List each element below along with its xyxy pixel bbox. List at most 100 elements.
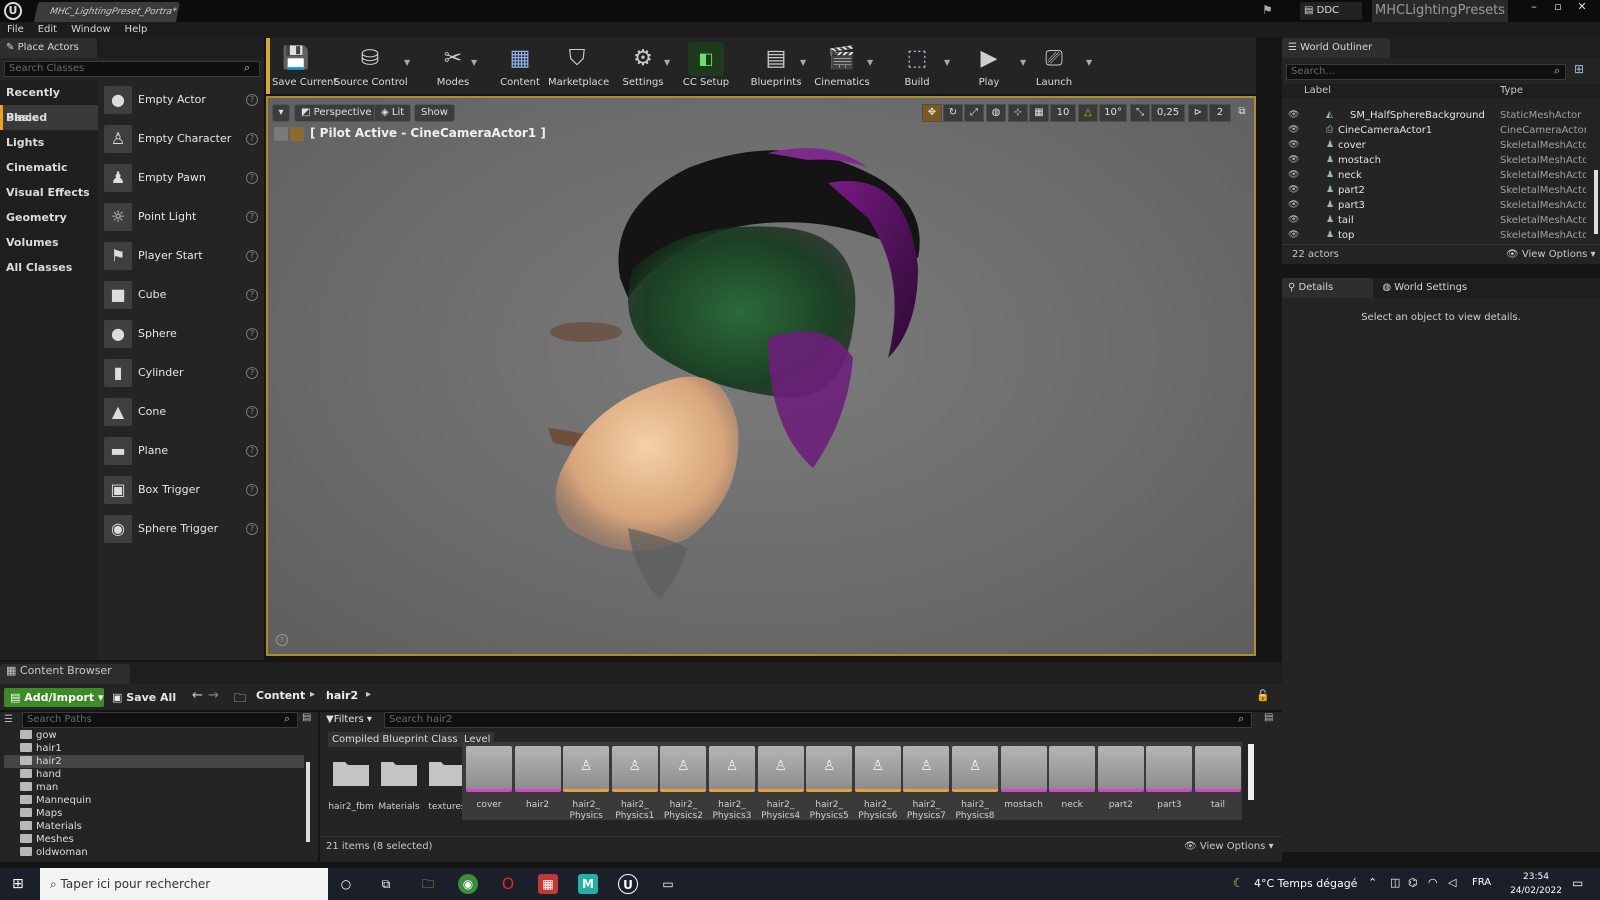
modes-button[interactable]: ✂ Modes (430, 38, 476, 94)
category-all-classes[interactable]: All Classes (0, 255, 98, 280)
breadcrumb-content[interactable]: Content (256, 689, 305, 702)
chevron-down-icon[interactable]: ▼ (471, 58, 477, 67)
category-basic[interactable]: Basic (0, 105, 98, 130)
actor-plane[interactable]: ▬ Plane? (104, 433, 258, 472)
world-settings-tab[interactable]: ◍ World Settings (1376, 278, 1508, 298)
chrome-icon[interactable]: ◉ (458, 874, 478, 894)
back-arrow-icon[interactable]: ← (192, 688, 203, 703)
asset-tile[interactable]: ♙ hair2_ Physics (563, 746, 610, 822)
language-indicator[interactable]: FRA (1472, 877, 1491, 888)
toolbar-grip[interactable] (266, 38, 270, 94)
outliner-row-part3[interactable]: 👁 ♟ part3 SkeletalMeshActo (1282, 198, 1600, 213)
content-browser-tab[interactable]: ▦ Content Browser (0, 664, 130, 684)
blueprints-button[interactable]: ▤ Blueprints (748, 38, 804, 94)
asset-tile[interactable]: ♙ hair2_ Physics1 (611, 746, 658, 822)
help-icon[interactable]: ? (246, 250, 258, 262)
place-actors-tab[interactable]: ✎ Place Actors (0, 38, 97, 58)
level-viewport[interactable]: ▾ ◩ Perspective ◈ Lit Show [ Pilot Activ… (266, 96, 1256, 656)
content-button[interactable]: ▦ Content (496, 38, 544, 94)
outliner-row-part2[interactable]: 👁 ♟ part2 SkeletalMeshActo (1282, 183, 1600, 198)
unreal-logo-icon[interactable]: U (4, 2, 22, 20)
app-grid-icon[interactable]: ▦ (538, 874, 558, 894)
asset-tile[interactable]: ♙ hair2_ Physics2 (660, 746, 707, 822)
asset-scrollbar[interactable] (1248, 744, 1254, 800)
help-icon[interactable]: ? (246, 172, 258, 184)
tree-folder-materials[interactable]: Materials (8, 820, 82, 833)
help-icon[interactable]: ? (246, 328, 258, 340)
clock[interactable]: 23:54 24/02/2022 (1508, 870, 1564, 898)
asset-tile[interactable]: tail (1195, 746, 1241, 822)
cinematics-button[interactable]: 🎬 Cinematics (814, 38, 870, 94)
outliner-row-cover[interactable]: 👁 ♟ cover SkeletalMeshActo (1282, 138, 1600, 153)
tree-folder-maps[interactable]: Maps (8, 807, 62, 820)
asset-tile[interactable]: part2 (1097, 746, 1144, 822)
build-button[interactable]: ⬚ Build (894, 38, 940, 94)
visibility-eye-icon[interactable]: 👁 (1288, 108, 1299, 123)
actor-cone[interactable]: ▲ Cone? (104, 394, 258, 433)
view-options-button[interactable]: 👁 View Options ▾ (1506, 245, 1596, 265)
settings-button[interactable]: ⚙ Settings (618, 38, 668, 94)
category-cinematic[interactable]: Cinematic (0, 155, 98, 180)
help-icon[interactable]: ? (246, 211, 258, 223)
world-outliner-tab[interactable]: ☰ World Outliner (1282, 38, 1391, 58)
type-column-header[interactable]: Type (1500, 84, 1523, 98)
outliner-row-neck[interactable]: 👁 ♟ neck SkeletalMeshActo (1282, 168, 1600, 183)
app-window-icon[interactable]: ▭ (658, 874, 678, 894)
chevron-down-icon[interactable]: ▼ (664, 58, 670, 67)
help-icon[interactable]: ? (246, 133, 258, 145)
category-visual-effects[interactable]: Visual Effects (0, 180, 98, 205)
help-icon[interactable]: ? (246, 289, 258, 301)
weather-text[interactable]: 4°C Temps dégagé (1254, 877, 1357, 890)
add-import-button[interactable]: ▤ Add/Import ▾ (4, 688, 104, 707)
asset-tile[interactable]: ♙ hair2_ Physics7 (903, 746, 950, 822)
tray-chevron-icon[interactable]: ⌃ (1368, 876, 1377, 889)
source-control-button[interactable]: ⛁ Source Control (334, 38, 408, 94)
asset-search-input[interactable]: Search hair2 (384, 712, 1252, 728)
breadcrumb-chevron-icon[interactable]: ▸ (366, 689, 371, 700)
collapse-tree-icon[interactable]: ☰ (4, 714, 13, 726)
task-view-icon[interactable]: ⧉ (376, 874, 396, 894)
marketplace-button[interactable]: ⛉ Marketplace (548, 38, 609, 94)
maya-icon[interactable]: M (578, 874, 598, 894)
help-icon[interactable]: ? (246, 367, 258, 379)
outliner-scrollbar[interactable] (1594, 170, 1598, 234)
actor-cube[interactable]: ■ Cube? (104, 277, 258, 316)
category-lights[interactable]: Lights (0, 130, 98, 155)
menu-file[interactable]: File (0, 22, 31, 38)
filter-chip-compiled-blueprint[interactable]: Compiled Blueprint Class (328, 732, 462, 747)
tree-folder-meshes[interactable]: Meshes (8, 833, 74, 846)
view-list-icon[interactable]: ▤ (302, 712, 311, 723)
chevron-down-icon[interactable]: ▼ (1086, 58, 1092, 67)
volume-icon[interactable]: ◁ (1448, 876, 1456, 889)
actor-empty-pawn[interactable]: ♟ Empty Pawn? (104, 160, 258, 199)
visibility-eye-icon[interactable]: 👁 (1288, 183, 1299, 198)
outliner-row-top[interactable]: 👁 ♟ top SkeletalMeshActo (1282, 228, 1600, 243)
search-paths-input[interactable]: Search Paths (22, 712, 298, 728)
asset-tile[interactable]: ♙ hair2_ Physics3 (709, 746, 755, 822)
tree-scrollbar[interactable] (306, 762, 310, 842)
help-icon[interactable]: ? (246, 445, 258, 457)
actor-cylinder[interactable]: ▮ Cylinder? (104, 355, 258, 394)
actor-sphere-trigger[interactable]: ◉ Sphere Trigger? (104, 511, 258, 550)
visibility-eye-icon[interactable]: 👁 (1288, 138, 1299, 153)
tray-network-icon[interactable]: ⌬ (1408, 876, 1418, 889)
close-button[interactable]: ✕ (1570, 0, 1594, 16)
minimize-button[interactable]: – (1522, 0, 1546, 16)
play-button[interactable]: ▶ Play (966, 38, 1012, 94)
breadcrumb-hair2[interactable]: hair2 (326, 689, 358, 702)
chevron-down-icon[interactable]: ▼ (404, 58, 410, 67)
tree-folder-oldwoman[interactable]: oldwoman (8, 846, 88, 859)
visibility-eye-icon[interactable]: 👁 (1288, 228, 1299, 243)
asset-tile[interactable]: ♙ hair2_ Physics6 (854, 746, 901, 822)
notification-center-icon[interactable]: ▭ (1572, 876, 1583, 890)
outliner-search-input[interactable]: Search... (1286, 64, 1566, 80)
taskbar-search-box[interactable]: ⌕ Taper ici pour rechercher (40, 868, 328, 900)
asset-tile[interactable]: part3 (1146, 746, 1193, 822)
asset-tile[interactable]: cover (466, 746, 512, 822)
asset-tile[interactable]: hair2 (514, 746, 561, 822)
asset-tile[interactable]: ♙ hair2_ Physics4 (757, 746, 804, 822)
help-icon[interactable]: ? (246, 484, 258, 496)
outliner-row-sm-halfsphere[interactable]: 👁 ◭ SM_HalfSphereBackground StaticMeshActor (1282, 108, 1600, 123)
launch-button[interactable]: ⎚ Launch (1030, 38, 1078, 94)
outliner-row-mostach[interactable]: 👁 ♟ mostach SkeletalMeshActo (1282, 153, 1600, 168)
